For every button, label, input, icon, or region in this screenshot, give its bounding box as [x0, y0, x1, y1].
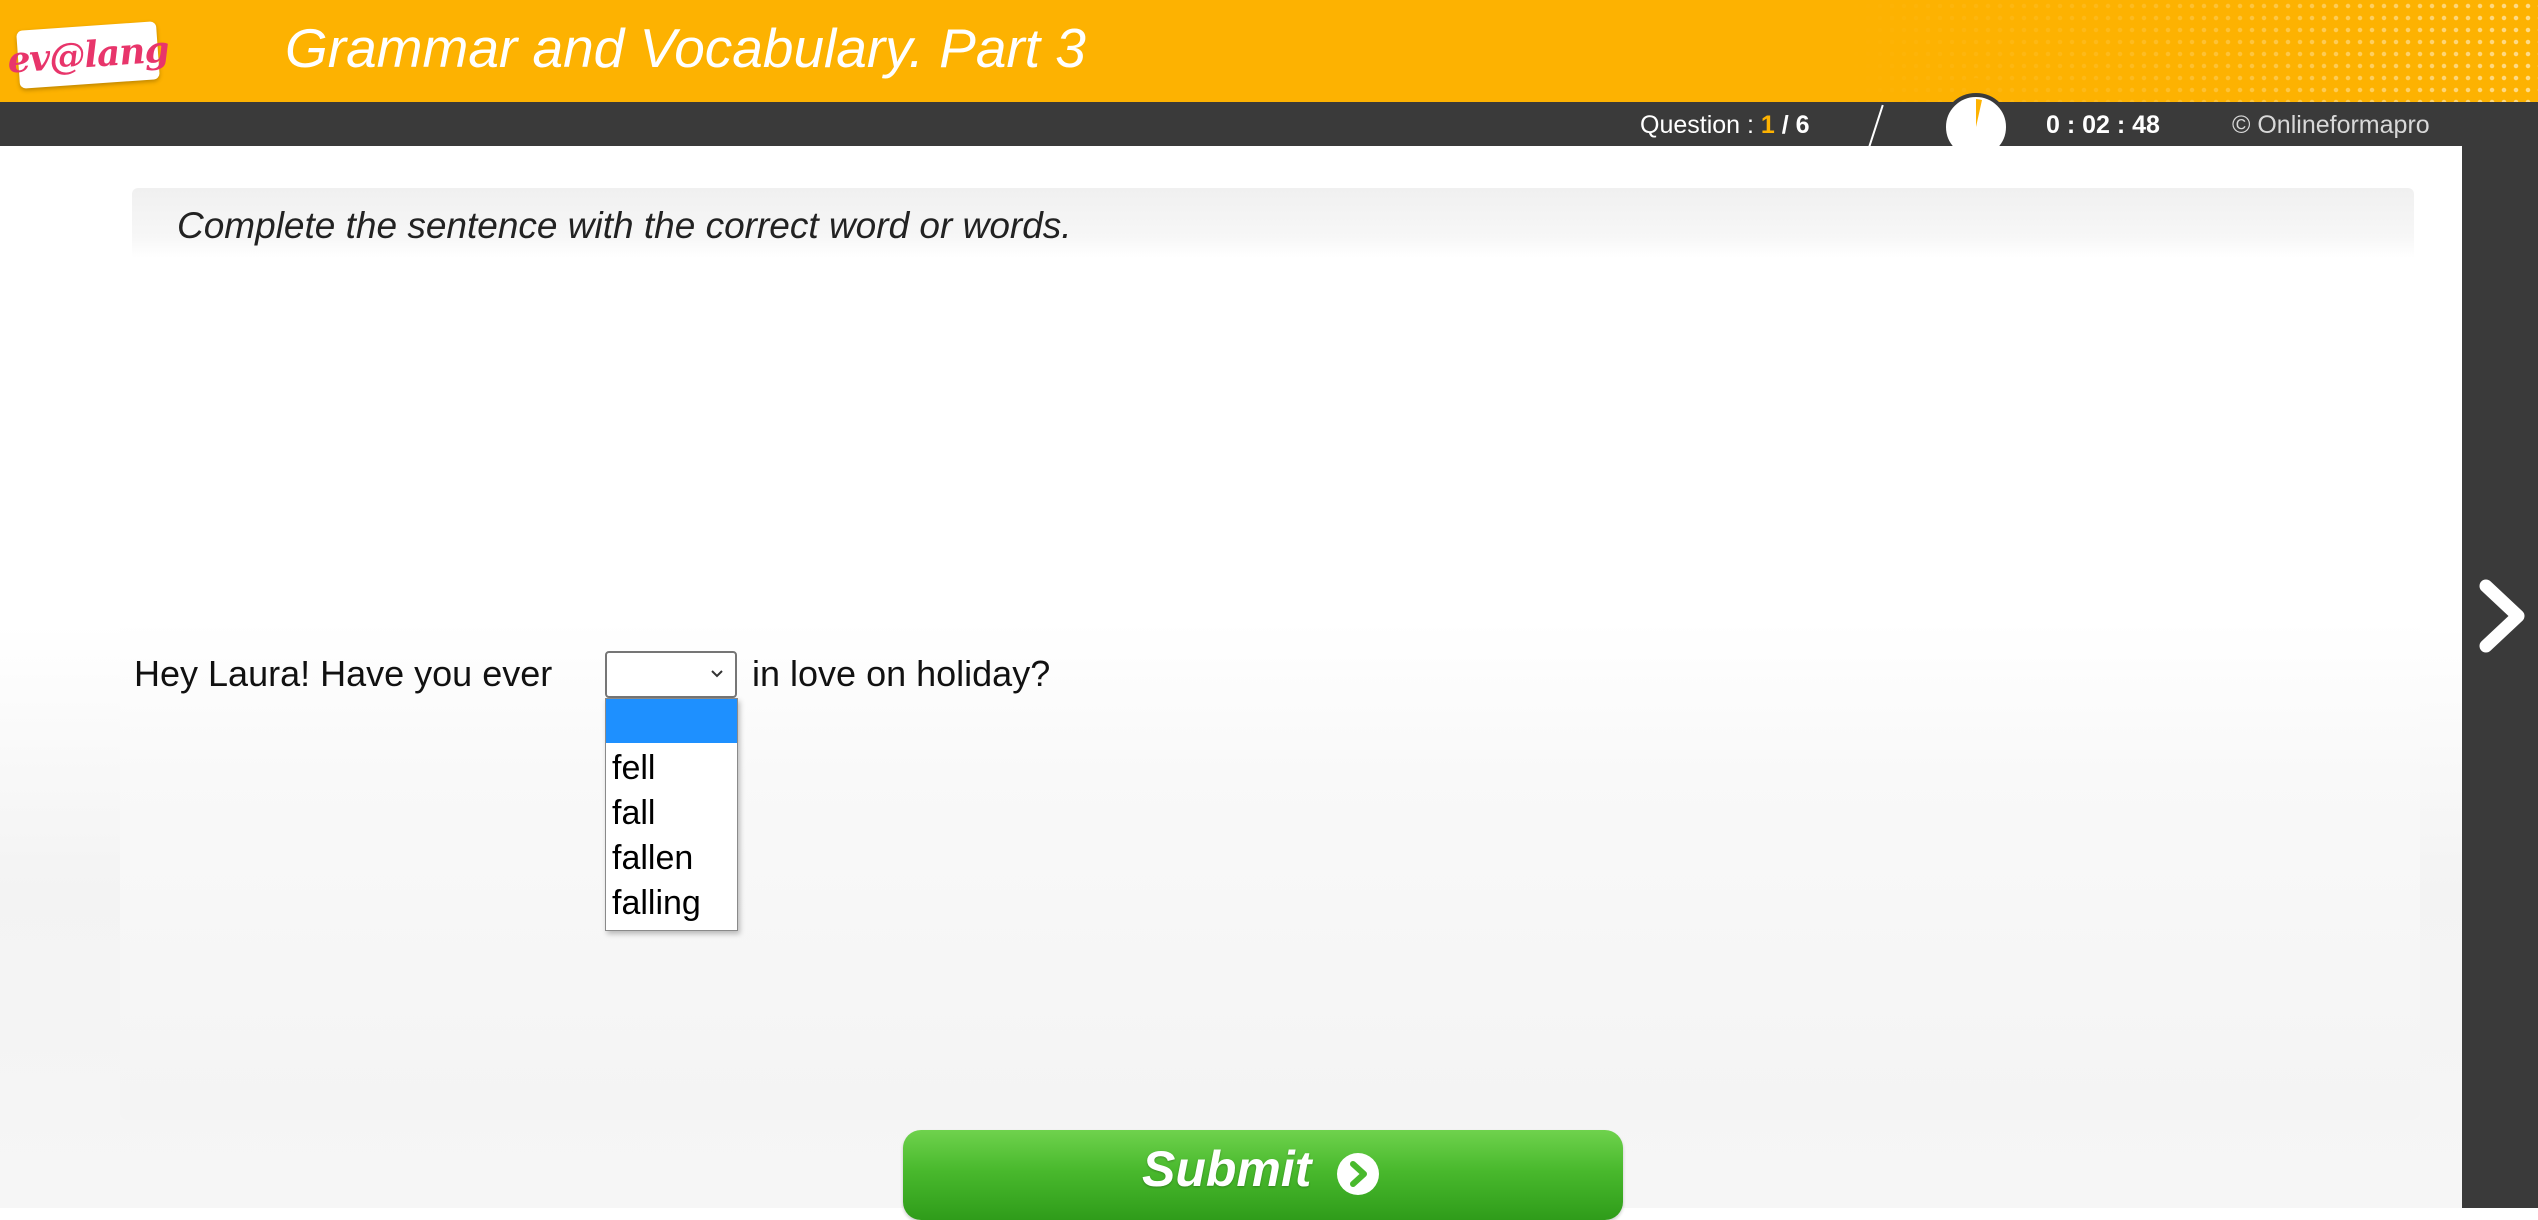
submit-arrow-icon[interactable]	[1335, 1151, 1381, 1197]
copyright-text: © Onlineformapro	[2232, 111, 2430, 139]
dropdown-option-empty[interactable]	[606, 699, 737, 743]
question-total: / 6	[1774, 111, 1810, 139]
question-current: 1	[1760, 111, 1775, 139]
dropdown-option-fell[interactable]: fell	[606, 746, 737, 790]
sentence-before-blank: Hey Laura! Have you ever	[134, 653, 553, 694]
sentence-after-blank: in love on holiday?	[752, 653, 1051, 694]
dropdown-option-fall[interactable]: fall	[606, 791, 737, 835]
page-title: Grammar and Vocabulary. Part 3	[285, 17, 1086, 79]
question-counter: Question : 1 / 6	[1640, 111, 1810, 140]
submit-label[interactable]: Submit	[1142, 1140, 1311, 1198]
dropdown-option-falling[interactable]: falling	[606, 881, 737, 925]
timer-display: 0 : 02 : 48	[2046, 111, 2160, 139]
chevron-down-icon	[711, 670, 723, 678]
dropdown-option-fallen[interactable]: fallen	[606, 836, 737, 880]
logo-text: ev@lang	[6, 28, 170, 82]
answer-select[interactable]	[605, 651, 737, 698]
answer-dropdown-list: fell fall fallen falling	[605, 698, 738, 931]
side-rail	[2462, 146, 2538, 1208]
question-counter-label: Question :	[1640, 111, 1761, 139]
evalang-logo: ev@lang	[6, 21, 170, 89]
answer-panel	[120, 620, 2420, 1120]
next-arrow-icon[interactable]	[2472, 578, 2532, 654]
instruction-text: Complete the sentence with the correct w…	[177, 205, 1072, 246]
